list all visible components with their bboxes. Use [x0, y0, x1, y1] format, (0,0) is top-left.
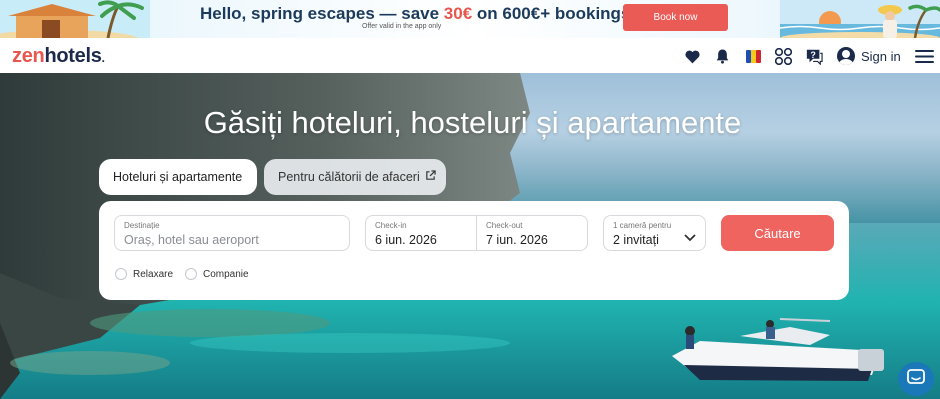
hero-section: Găsiți hoteluri, hosteluri și apartament… [0, 73, 940, 399]
zenhotels-logo[interactable]: zenhotels. [12, 45, 105, 68]
menu-icon[interactable] [914, 47, 934, 65]
check-in-field[interactable]: Check-in 6 iun. 2026 [365, 215, 477, 251]
hero-title: Găsiți hoteluri, hosteluri și apartament… [203, 105, 742, 140]
chevron-down-icon [684, 229, 696, 247]
promo-subtext: Offer valid in the app only [362, 23, 442, 30]
top-nav: zenhotels. ? Sign in [0, 38, 940, 73]
book-now-button[interactable]: Book now [623, 4, 728, 31]
promo-headline-discount: 30€ [443, 4, 473, 23]
promo-headline-start: Hello, spring escapes — save [200, 4, 444, 23]
check-out-label: Check-out [486, 221, 523, 230]
guests-value: 2 invitați [613, 233, 659, 247]
logo-zen: zen [12, 45, 45, 67]
check-in-label: Check-in [375, 221, 407, 230]
chat-button[interactable] [898, 362, 934, 396]
radio-company[interactable] [185, 268, 197, 280]
trip-type-relaxation[interactable]: Relaxare [115, 268, 173, 280]
guests-select[interactable]: 1 cameră pentru 2 invitați [603, 215, 706, 251]
romania-flag-icon[interactable] [744, 47, 762, 65]
logo-hotels: hotels [44, 45, 102, 67]
destination-placeholder: Oraș, hotel sau aeroport [124, 233, 259, 247]
logo-dot: . [101, 51, 105, 65]
tab-hotels-apartments[interactable]: Hoteluri și apartamente [99, 159, 257, 195]
beach-traveler-illustration [780, 0, 940, 38]
relaxation-label: Relaxare [133, 268, 174, 280]
tab-hotels-apartments-label: Hoteluri și apartamente [113, 170, 243, 184]
tab-business-travel-label: Pentru călătorii de afaceri [278, 170, 420, 184]
company-label: Companie [203, 268, 249, 280]
external-link-icon [425, 170, 436, 184]
search-button[interactable]: Căutare [721, 215, 834, 251]
destination-label: Destinație [124, 221, 160, 230]
chat-icon [907, 368, 925, 390]
currency-icon[interactable] [774, 47, 792, 65]
guests-label: 1 cameră pentru [613, 221, 672, 230]
svg-text:?: ? [810, 49, 815, 59]
sign-in-link[interactable]: Sign in [837, 45, 901, 67]
promo-headline: Hello, spring escapes — save 30€ on 600€… [200, 4, 630, 24]
bell-icon[interactable] [713, 47, 731, 65]
check-out-field[interactable]: Check-out 7 iun. 2026 [476, 215, 588, 251]
sign-in-label: Sign in [861, 48, 901, 64]
destination-field[interactable]: Destinație Oraș, hotel sau aeroport [114, 215, 350, 251]
check-in-value: 6 iun. 2026 [375, 233, 437, 247]
promo-banner[interactable]: Hello, spring escapes — save 30€ on 600€… [0, 0, 940, 38]
promo-headline-end: on 600€+ bookings [472, 4, 631, 23]
search-panel: Destinație Oraș, hotel sau aeroport Chec… [99, 201, 849, 300]
heart-icon[interactable] [683, 47, 701, 65]
radio-relaxation[interactable] [115, 268, 127, 280]
beach-hut-illustration [0, 0, 150, 38]
check-out-value: 7 iun. 2026 [486, 233, 548, 247]
help-chat-icon[interactable]: ? [805, 47, 823, 65]
trip-type-company[interactable]: Companie [185, 268, 249, 280]
tab-business-travel[interactable]: Pentru călătorii de afaceri [264, 159, 446, 195]
avatar-icon [837, 47, 855, 65]
